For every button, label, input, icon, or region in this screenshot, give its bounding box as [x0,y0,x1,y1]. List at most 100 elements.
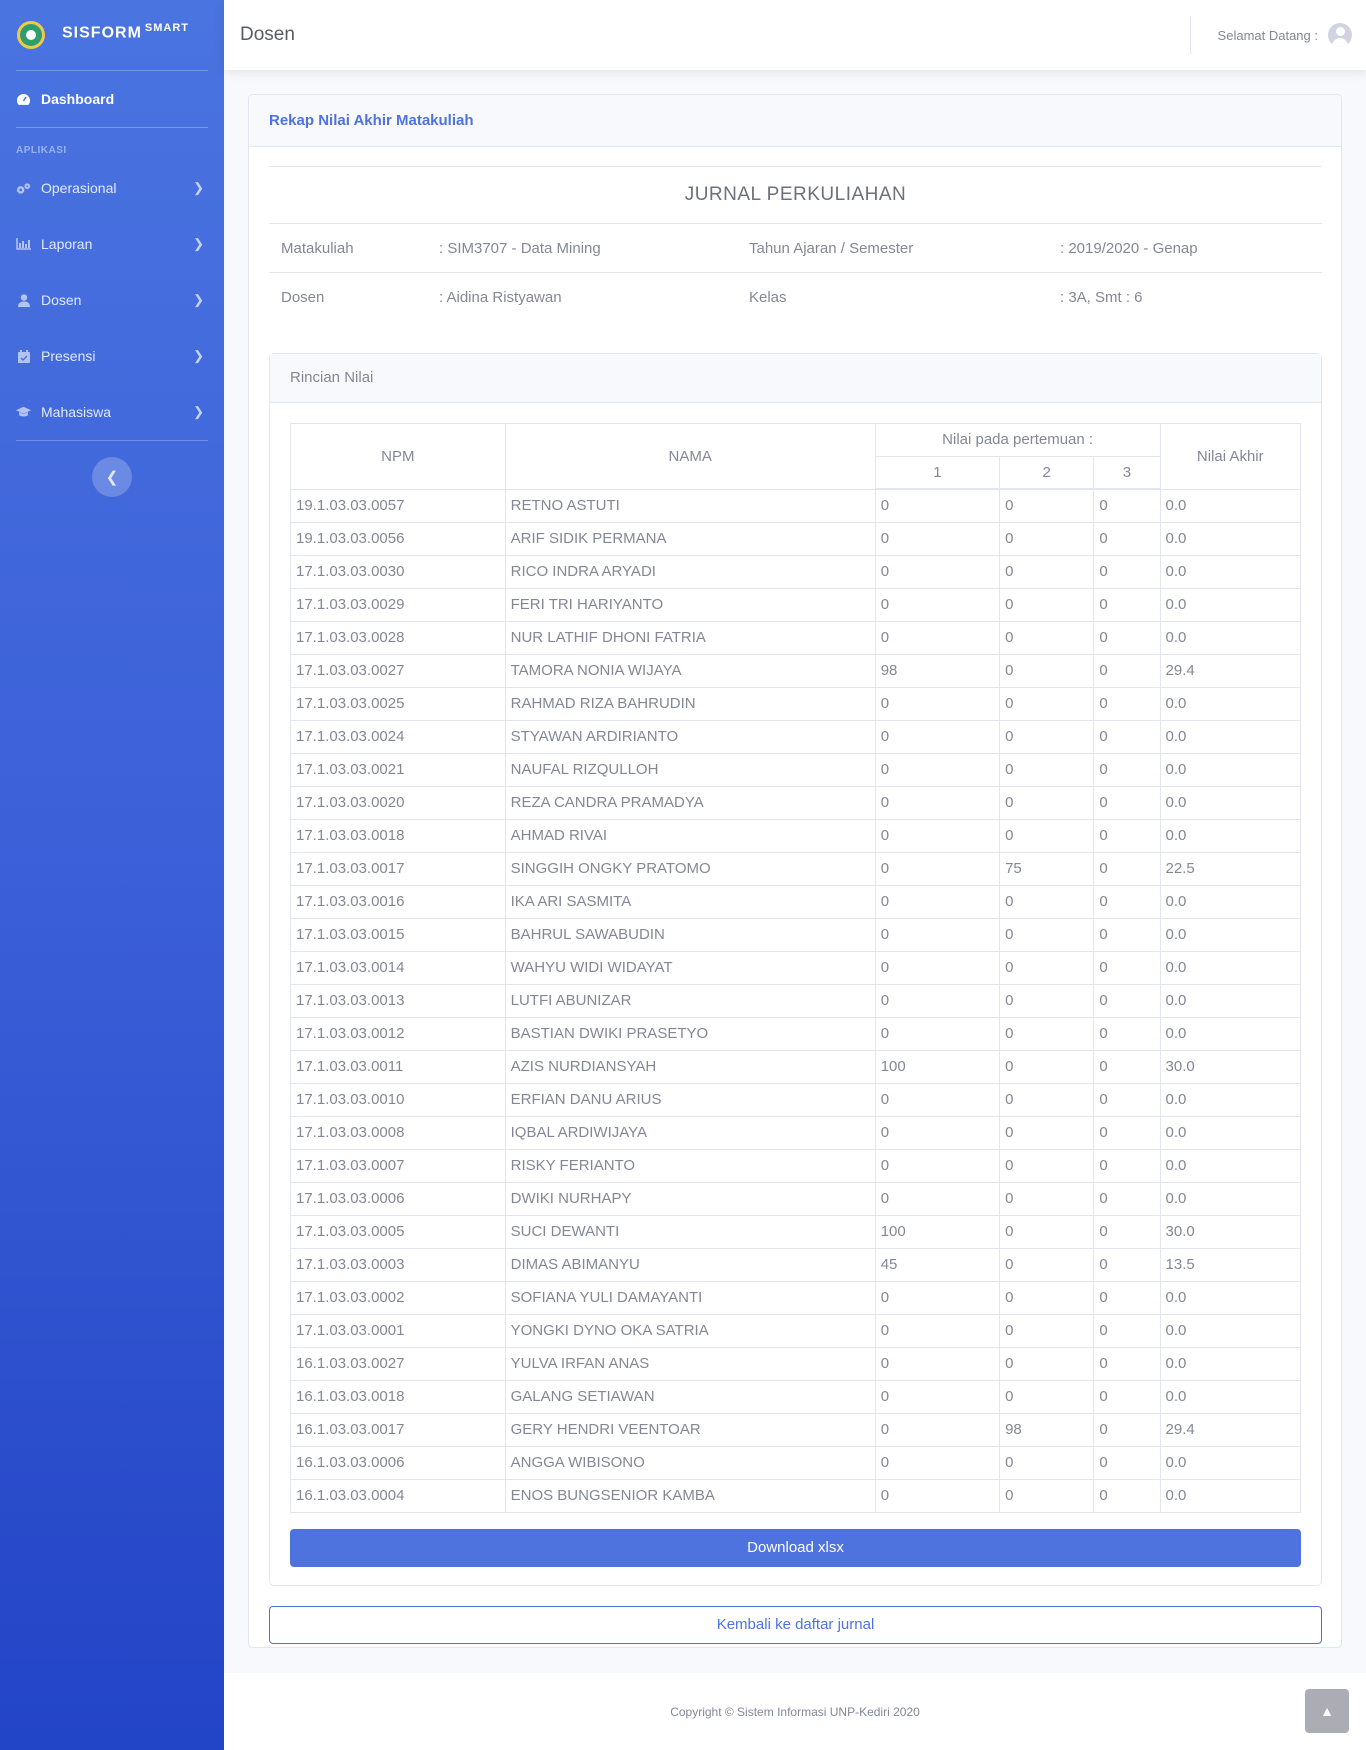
table-row: 16.1.03.03.0027 YULVA IRFAN ANAS 0 0 0 0.0 [290,1346,1302,1381]
rincian-title: Rincian Nilai [270,353,1321,403]
table-row: 17.1.03.03.0016 IKA ARI SASMITA 0 0 0 0.0 [290,884,1302,919]
user-menu[interactable]: Selamat Datang : [1189,0,1352,70]
npm-cell: 16.1.03.03.0017 [290,1412,506,1447]
nilai-akhir-cell: 0.0 [1159,719,1302,754]
sidebar-item-label: Laporan [41,236,93,252]
nilai-2-cell: 0 [999,1148,1095,1183]
nilai-1-cell: 0 [874,785,1001,820]
nama-cell: FERI TRI HARIYANTO [504,587,876,622]
nilai-2-cell: 0 [999,1115,1095,1150]
nama-cell: ANGGA WIBISONO [504,1445,876,1480]
nilai-akhir-cell: 0.0 [1159,1478,1302,1513]
brand-sup: SMART [144,21,189,34]
sidebar-item-laporan[interactable]: Laporan ❯ [0,216,224,272]
nilai-2-cell: 0 [999,1280,1095,1315]
table-row: 19.1.03.03.0056 ARIF SIDIK PERMANA 0 0 0 0.0 [290,521,1302,556]
sidebar-item-dashboard[interactable]: Dashboard [0,71,224,127]
nilai-2-cell: 0 [999,1478,1095,1513]
nilai-1-cell: 0 [874,1115,1001,1150]
nama-cell: YONGKI DYNO OKA SATRIA [504,1313,876,1348]
table-row: 17.1.03.03.0024 STYAWAN ARDIRIANTO 0 0 0 0.0 [290,719,1302,754]
table-row: 17.1.03.03.0018 AHMAD RIVAI 0 0 0 0.0 [290,818,1302,853]
table-row: 16.1.03.03.0017 GERY HENDRI VEENTOAR 0 98 0 2… [290,1412,1302,1447]
nilai-2-cell: 0 [999,1445,1095,1480]
sidebar: SISFORM SMART Dashboard APLIKASI Operasio… [0,0,224,1750]
nilai-1-cell: 0 [874,719,1001,754]
nilai-1-cell: 0 [874,1313,1001,1348]
nilai-1-cell: 0 [874,851,1001,886]
nilai-akhir-cell: 0.0 [1159,950,1302,985]
user-icon [16,293,31,307]
npm-cell: 17.1.03.03.0024 [290,719,506,754]
table-row: 17.1.03.03.0014 WAHYU WIDI WIDAYAT 0 0 0 0.0 [290,950,1302,985]
tachometer-icon [16,93,31,106]
scroll-to-top-button[interactable]: ▲ [1305,1689,1349,1733]
table-row: 17.1.03.03.0015 BAHRUL SAWABUDIN 0 0 0 0.0 [290,917,1302,952]
nilai-akhir-cell: 0.0 [1159,1313,1302,1348]
nilai-akhir-cell: 0.0 [1159,1148,1302,1183]
cogs-icon [16,182,31,195]
nilai-akhir-cell: 0.0 [1159,1016,1302,1051]
nama-cell: STYAWAN ARDIRIANTO [504,719,876,754]
nilai-1-cell: 0 [874,1181,1001,1216]
npm-cell: 16.1.03.03.0006 [290,1445,506,1480]
nilai-2-cell: 0 [999,620,1095,655]
nilai-2-cell: 0 [999,752,1095,787]
nilai-1-cell: 98 [874,653,1001,688]
nilai-3-cell: 0 [1093,686,1161,721]
npm-cell: 17.1.03.03.0029 [290,587,506,622]
nilai-3-cell: 0 [1093,1115,1161,1150]
table-row: 17.1.03.03.0006 DWIKI NURHAPY 0 0 0 0.0 [290,1181,1302,1216]
nilai-2-cell: 98 [999,1412,1095,1447]
npm-cell: 17.1.03.03.0016 [290,884,506,919]
npm-cell: 19.1.03.03.0057 [290,488,506,523]
npm-cell: 17.1.03.03.0007 [290,1148,506,1183]
sidebar-item-label: Operasional [41,180,117,196]
table-row: 17.1.03.03.0008 IQBAL ARDIWIJAYA 0 0 0 0.0 [290,1115,1302,1150]
download-xlsx-button[interactable]: Download xlsx [290,1528,1301,1567]
nama-cell: DWIKI NURHAPY [504,1181,876,1216]
footer: Copyright © Sistem Informasi UNP-Kediri … [224,1673,1366,1750]
nilai-akhir-cell: 0.0 [1159,884,1302,919]
col-nama: NAMA [504,422,876,490]
nilai-1-cell: 0 [874,620,1001,655]
table-row: 17.1.03.03.0027 TAMORA NONIA WIJAYA 98 0 0 29… [290,653,1302,688]
brand[interactable]: SISFORM SMART [0,0,224,70]
nilai-2-cell: 0 [999,884,1095,919]
avatar-icon[interactable] [1328,23,1352,47]
npm-cell: 17.1.03.03.0015 [290,917,506,952]
copyright-text: Copyright © Sistem Informasi UNP-Kediri … [670,1704,920,1719]
nilai-akhir-cell: 0.0 [1159,587,1302,622]
nilai-2-cell: 0 [999,554,1095,589]
nama-cell: IKA ARI SASMITA [504,884,876,919]
table-row: 19.1.03.03.0057 RETNO ASTUTI 0 0 0 0.0 [290,488,1302,523]
topbar-divider [1189,16,1191,54]
nama-cell: RAHMAD RIZA BAHRUDIN [504,686,876,721]
nilai-2-cell: 0 [999,1313,1095,1348]
sidebar-item-presensi[interactable]: Presensi ❯ [0,328,224,384]
nilai-1-cell: 0 [874,752,1001,787]
matakuliah-value: : SIM3707 - Data Mining [427,223,737,273]
nilai-3-cell: 0 [1093,1148,1161,1183]
nilai-1-cell: 0 [874,1445,1001,1480]
nilai-akhir-cell: 22.5 [1159,851,1302,886]
npm-cell: 17.1.03.03.0018 [290,818,506,853]
nilai-2-cell: 0 [999,1379,1095,1414]
nama-cell: RICO INDRA ARYADI [504,554,876,589]
sidebar-toggle-button[interactable]: ❮ [92,457,132,497]
nama-cell: GERY HENDRI VEENTOAR [504,1412,876,1447]
nilai-1-cell: 0 [874,1082,1001,1117]
nilai-2-cell: 0 [999,587,1095,622]
nama-cell: NUR LATHIF DHONI FATRIA [504,620,876,655]
nama-cell: SINGGIH ONGKY PRATOMO [504,851,876,886]
back-to-journal-button[interactable]: Kembali ke daftar jurnal [269,1605,1322,1644]
sidebar-item-mahasiswa[interactable]: Mahasiswa ❯ [0,384,224,440]
sidebar-item-operasional[interactable]: Operasional ❯ [0,160,224,216]
nama-cell: BASTIAN DWIKI PRASETYO [504,1016,876,1051]
nilai-2-cell: 0 [999,1082,1095,1117]
col-pertemuan-3: 3 [1093,455,1161,490]
sidebar-item-dosen[interactable]: Dosen ❯ [0,272,224,328]
nilai-1-cell: 0 [874,1016,1001,1051]
npm-cell: 17.1.03.03.0006 [290,1181,506,1216]
nama-cell: YULVA IRFAN ANAS [504,1346,876,1381]
